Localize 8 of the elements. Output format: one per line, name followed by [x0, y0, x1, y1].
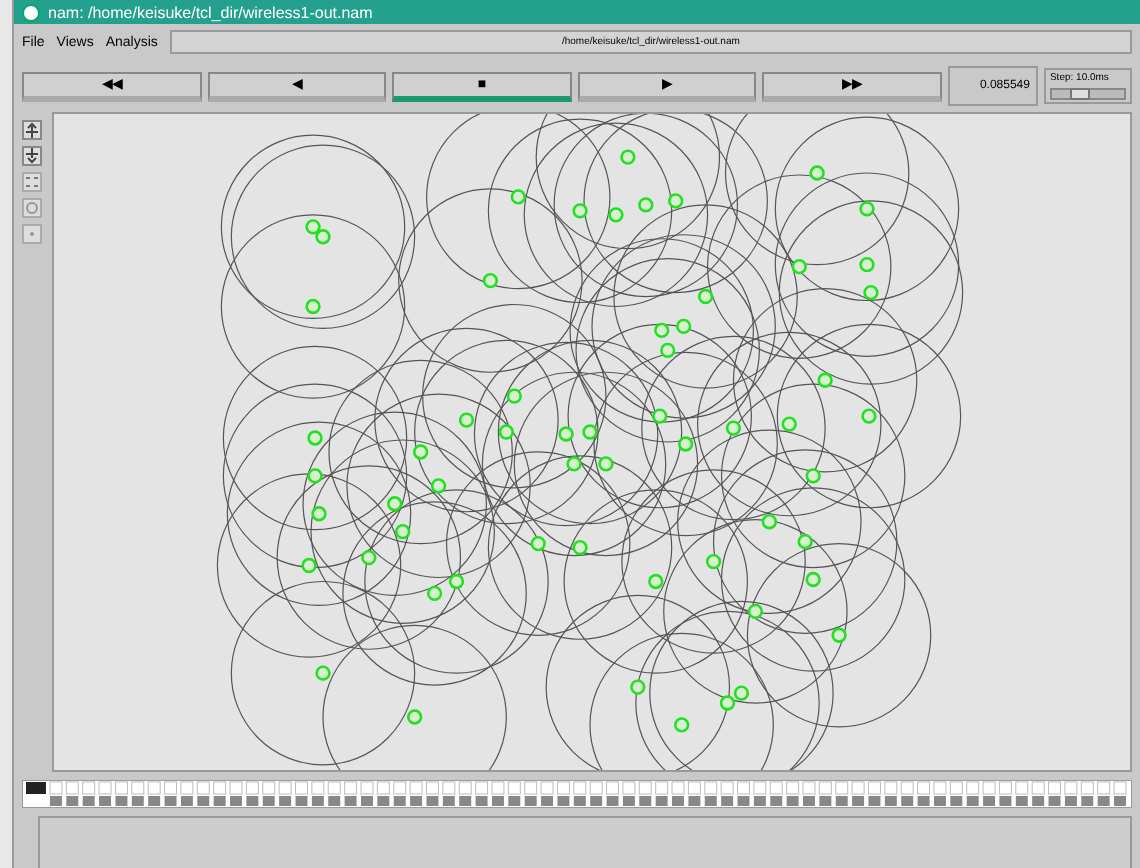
- circle-icon[interactable]: [22, 198, 42, 218]
- grid-icon[interactable]: [22, 172, 42, 192]
- window-icon[interactable]: [22, 3, 40, 21]
- zoom-out-icon[interactable]: [22, 146, 42, 166]
- timeline-ruler[interactable]: [22, 780, 1132, 808]
- window-title: nam: /home/keisuke/tcl_dir/wireless1-out.nam: [48, 3, 373, 21]
- step-slider-thumb[interactable]: [1069, 88, 1090, 100]
- zoom-in-icon[interactable]: [22, 120, 42, 140]
